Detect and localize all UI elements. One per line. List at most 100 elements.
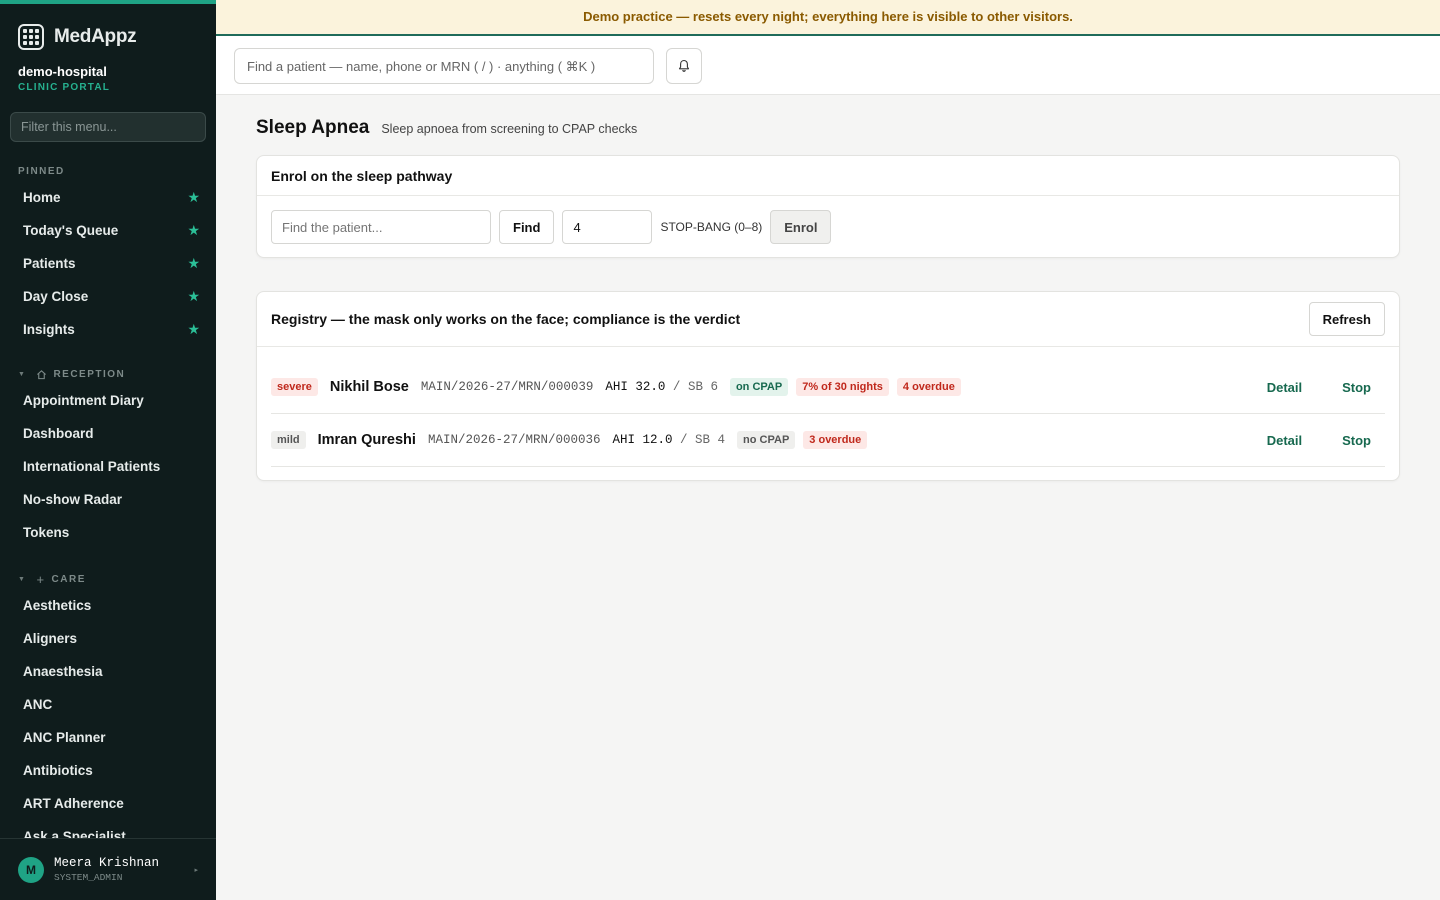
section-reception[interactable]: ▼ RECEPTION bbox=[0, 364, 216, 384]
nav-item-insights[interactable]: Insights ★ bbox=[0, 313, 216, 346]
org-info: demo-hospital CLINIC PORTAL bbox=[0, 56, 216, 93]
page-title: Sleep Apnea bbox=[256, 117, 370, 138]
patient-search-input[interactable] bbox=[234, 48, 654, 84]
nav-item-home[interactable]: Home ★ bbox=[0, 181, 216, 214]
ahi-score: AHI 32.0 / SB 6 bbox=[605, 380, 718, 394]
enrol-form: Find STOP-BANG (0–8) Enrol bbox=[257, 196, 1399, 258]
star-icon[interactable]: ★ bbox=[187, 222, 200, 239]
nav-label: International Patients bbox=[23, 459, 161, 474]
patient-mrn: MAIN/2026-27/MRN/000039 bbox=[420, 380, 594, 394]
nav-label: ART Adherence bbox=[23, 796, 124, 811]
notifications-button[interactable] bbox=[666, 48, 702, 84]
menu-filter-input[interactable] bbox=[10, 112, 206, 142]
sb-value: SB 6 bbox=[687, 380, 718, 394]
home-icon bbox=[37, 369, 47, 379]
nav-item-no-show-radar[interactable]: No-show Radar bbox=[0, 483, 216, 516]
nav-item-aligners[interactable]: Aligners bbox=[0, 622, 216, 655]
severity-badge: mild bbox=[271, 431, 306, 449]
nav-item-aesthetics[interactable]: Aesthetics bbox=[0, 589, 216, 622]
section-care-label: CARE bbox=[51, 573, 86, 585]
registry-list: severe Nikhil Bose MAIN/2026-27/MRN/0000… bbox=[257, 347, 1399, 467]
nav-label: Ask a Specialist bbox=[23, 829, 126, 838]
cpap-status-badge: no CPAP bbox=[737, 431, 796, 449]
nav-label: Home bbox=[23, 190, 61, 205]
sidebar: MedAppz demo-hospital CLINIC PORTAL PINN… bbox=[0, 0, 216, 900]
refresh-button[interactable]: Refresh bbox=[1308, 302, 1385, 336]
bell-icon bbox=[678, 59, 690, 72]
plus-icon: + bbox=[36, 571, 46, 587]
stop-bang-score-input[interactable] bbox=[562, 210, 653, 244]
sb-value: SB 4 bbox=[695, 433, 726, 447]
collapse-caret-icon: ▼ bbox=[18, 370, 27, 378]
section-pinned-label: PINNED bbox=[18, 165, 65, 177]
compliance-badge: 7% of 30 nights bbox=[796, 378, 889, 396]
stop-link[interactable]: Stop bbox=[1342, 433, 1371, 448]
avatar: M bbox=[18, 856, 44, 883]
nav-label: Aesthetics bbox=[23, 598, 92, 613]
overdue-badge: 4 overdue bbox=[896, 378, 961, 396]
enrol-patient-input[interactable] bbox=[271, 210, 491, 244]
page-header: Sleep Apnea Sleep apnoea from screening … bbox=[256, 117, 1400, 139]
app-logo-icon bbox=[18, 24, 44, 50]
table-row[interactable]: severe Nikhil Bose MAIN/2026-27/MRN/0000… bbox=[271, 361, 1385, 414]
detail-link[interactable]: Detail bbox=[1267, 380, 1302, 395]
nav-item-anaesthesia[interactable]: Anaesthesia bbox=[0, 655, 216, 688]
section-reception-label: RECEPTION bbox=[53, 368, 126, 380]
brand[interactable]: MedAppz bbox=[0, 4, 216, 56]
org-name: demo-hospital bbox=[18, 64, 107, 79]
table-row[interactable]: mild Imran Qureshi MAIN/2026-27/MRN/0000… bbox=[271, 414, 1385, 467]
nav-item-antibiotics[interactable]: Antibiotics bbox=[0, 754, 216, 787]
org-subtitle: CLINIC PORTAL bbox=[18, 82, 111, 93]
user-role: SYSTEM_ADMIN bbox=[54, 872, 123, 883]
nav-label: ANC Planner bbox=[23, 730, 106, 745]
page-subtitle: Sleep apnoea from screening to CPAP chec… bbox=[381, 122, 638, 136]
sidebar-nav[interactable]: PINNED Home ★ Today's Queue ★ Patients ★ Da… bbox=[0, 159, 216, 839]
cpap-status-badge: on CPAP bbox=[729, 378, 789, 396]
nav-item-tokens[interactable]: Tokens bbox=[0, 516, 216, 549]
star-icon[interactable]: ★ bbox=[187, 321, 200, 338]
brand-name: MedAppz bbox=[54, 26, 137, 47]
enrol-card-title: Enrol on the sleep pathway bbox=[257, 156, 1399, 196]
star-icon[interactable]: ★ bbox=[187, 288, 200, 305]
patient-name[interactable]: Nikhil Bose bbox=[330, 379, 409, 395]
nav-label: Appointment Diary bbox=[23, 393, 144, 408]
stop-link[interactable]: Stop bbox=[1342, 380, 1371, 395]
enrol-button[interactable]: Enrol bbox=[770, 210, 832, 244]
patient-name[interactable]: Imran Qureshi bbox=[318, 432, 416, 448]
nav-label: No-show Radar bbox=[23, 492, 123, 507]
ahi-value: AHI 12.0 bbox=[612, 433, 673, 447]
star-icon[interactable]: ★ bbox=[187, 255, 200, 272]
ahi-score: AHI 12.0 / SB 4 bbox=[612, 433, 725, 447]
detail-link[interactable]: Detail bbox=[1267, 433, 1302, 448]
nav-label: Aligners bbox=[23, 631, 78, 646]
registry-card: Registry — the mask only works on the fa… bbox=[256, 291, 1400, 481]
separator: / bbox=[680, 433, 688, 447]
separator: / bbox=[672, 380, 681, 394]
nav-item-international-patients[interactable]: International Patients bbox=[0, 450, 216, 483]
nav-label: Today's Queue bbox=[23, 223, 119, 238]
nav-label: ANC bbox=[23, 697, 53, 712]
overdue-badge: 3 overdue bbox=[803, 431, 868, 449]
ahi-value: AHI 32.0 bbox=[605, 380, 666, 394]
registry-header: Registry — the mask only works on the fa… bbox=[257, 292, 1399, 347]
star-icon[interactable]: ★ bbox=[187, 189, 200, 206]
nav-item-anc-planner[interactable]: ANC Planner bbox=[0, 721, 216, 754]
nav-item-appointment-diary[interactable]: Appointment Diary bbox=[0, 384, 216, 417]
user-menu[interactable]: M Meera Krishnan SYSTEM_ADMIN ▸ bbox=[0, 838, 216, 900]
nav-item-day-close[interactable]: Day Close ★ bbox=[0, 280, 216, 313]
nav-label: Insights bbox=[23, 322, 75, 337]
nav-item-art-adherence[interactable]: ART Adherence bbox=[0, 787, 216, 820]
nav-item-anc[interactable]: ANC bbox=[0, 688, 216, 721]
nav-item-dashboard[interactable]: Dashboard bbox=[0, 417, 216, 450]
find-button[interactable]: Find bbox=[499, 210, 555, 244]
row-actions: Detail Stop bbox=[1267, 380, 1385, 395]
nav-item-todays-queue[interactable]: Today's Queue ★ bbox=[0, 214, 216, 247]
section-care[interactable]: ▼ + CARE bbox=[0, 569, 216, 589]
collapse-caret-icon: ▼ bbox=[18, 575, 27, 583]
nav-item-patients[interactable]: Patients ★ bbox=[0, 247, 216, 280]
nav-label: Patients bbox=[23, 256, 76, 271]
patient-mrn: MAIN/2026-27/MRN/000036 bbox=[427, 433, 601, 447]
topbar bbox=[216, 36, 1440, 95]
nav-item-ask-a-specialist[interactable]: Ask a Specialist bbox=[0, 820, 216, 838]
demo-banner: Demo practice — resets every night; ever… bbox=[216, 0, 1440, 36]
